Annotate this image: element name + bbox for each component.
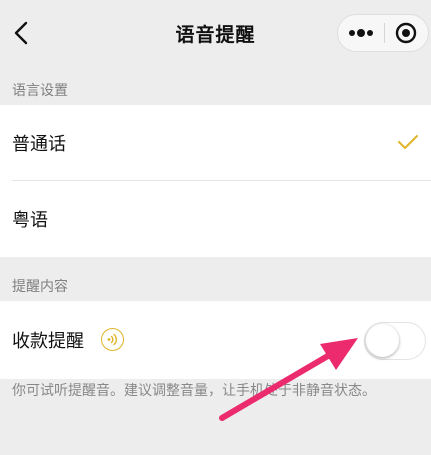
payment-reminder-toggle[interactable] — [364, 322, 426, 360]
section-header-reminder: 提醒内容 — [12, 279, 68, 295]
payment-reminder-row: 收款提醒 — [0, 301, 431, 379]
option-label: 普通话 — [12, 134, 66, 155]
target-circle-icon — [396, 22, 417, 44]
payment-reminder-label: 收款提醒 — [12, 331, 84, 352]
hint-text: 你可试听提醒音。建议调整音量，让手机处于非静音状态。 — [12, 383, 376, 399]
reminder-group: 收款提醒 — [0, 301, 431, 379]
close-button[interactable] — [384, 15, 428, 51]
toggle-knob — [366, 324, 399, 357]
checkmark-icon — [398, 135, 418, 149]
language-option-mandarin[interactable]: 普通话 — [0, 105, 431, 181]
option-label: 粤语 — [12, 210, 48, 231]
more-button[interactable] — [338, 15, 384, 51]
section-header-language: 语言设置 — [12, 83, 68, 99]
language-options-group: 普通话 粤语 — [0, 105, 431, 257]
sound-wave-icon — [107, 333, 118, 346]
play-sound-button[interactable] — [101, 328, 124, 351]
more-dots-icon — [348, 29, 373, 37]
mini-program-capsule — [337, 14, 429, 52]
language-option-cantonese[interactable]: 粤语 — [0, 181, 431, 257]
navigation-bar: 语音提醒 — [0, 0, 431, 68]
